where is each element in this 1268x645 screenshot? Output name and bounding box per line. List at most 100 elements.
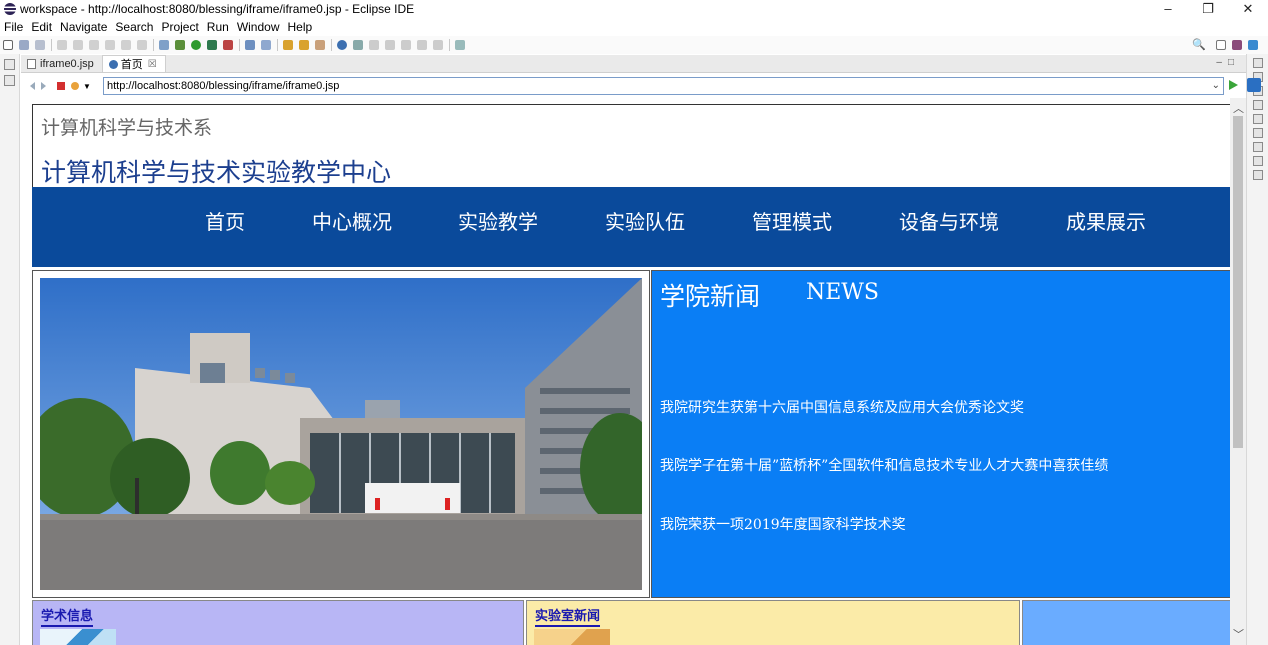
next-annotation-icon[interactable] (369, 40, 379, 50)
run-icon[interactable] (191, 40, 201, 50)
center-title: 计算机科学与技术实验教学中心 (41, 158, 392, 187)
toolbar-separator (331, 39, 332, 51)
pin-editor-icon[interactable] (455, 40, 465, 50)
window-titlebar: workspace - http://localhost:8080/blessi… (0, 0, 1268, 18)
snippets-icon[interactable] (1253, 170, 1263, 180)
window-title: workspace - http://localhost:8080/blessi… (20, 2, 415, 16)
new-icon[interactable] (3, 40, 13, 50)
search-icon[interactable]: 🔍 (1192, 38, 1206, 51)
nav-experiment-team[interactable]: 实验队伍 (605, 206, 685, 235)
servers-icon[interactable] (1253, 114, 1263, 124)
debug-perspective-icon[interactable] (1248, 39, 1258, 50)
nav-home[interactable]: 首页 (205, 206, 245, 235)
page-scrollbar[interactable]: ︿ ﹀ (1230, 98, 1246, 645)
chevron-down-icon[interactable]: ▼ (83, 82, 91, 91)
prev-annotation-icon[interactable] (385, 40, 395, 50)
window-controls: – ❐ ✕ (1148, 0, 1268, 18)
open-task-icon[interactable] (299, 40, 309, 50)
new-package-icon[interactable] (261, 40, 271, 50)
nav-equipment-environment[interactable]: 设备与环境 (899, 206, 999, 235)
coverage-icon[interactable] (207, 40, 217, 50)
open-perspective-icon[interactable] (1216, 39, 1226, 50)
go-button[interactable] (1229, 80, 1238, 90)
resume-icon[interactable] (73, 40, 83, 50)
academic-info-box: 学术信息 (32, 600, 524, 645)
tab-label: iframe0.jsp (40, 57, 94, 70)
minimize-maximize-icons[interactable]: –□ (1216, 57, 1240, 68)
last-edit-icon[interactable] (401, 40, 411, 50)
restore-button[interactable]: ❐ (1188, 0, 1228, 18)
department-name: 计算机科学与技术系 (41, 117, 213, 139)
menu-project[interactable]: Project (161, 20, 198, 34)
problems-icon[interactable] (1253, 100, 1263, 110)
skip-breakpoints-icon[interactable] (57, 40, 67, 50)
menu-help[interactable]: Help (288, 20, 313, 34)
scroll-up-icon[interactable]: ︿ (1233, 100, 1244, 116)
data-source-icon[interactable] (1253, 156, 1263, 166)
step-into-icon[interactable] (121, 40, 131, 50)
package-explorer-icon[interactable] (4, 75, 15, 86)
url-input[interactable]: http://localhost:8080/blessing/iframe/if… (103, 77, 1224, 95)
toolbar-separator (153, 39, 154, 51)
external-browser-icon[interactable] (1247, 78, 1261, 92)
lab-news-label[interactable]: 实验室新闻 (535, 605, 601, 627)
restore-view-icon[interactable] (4, 59, 15, 70)
search-tool-icon[interactable] (315, 40, 325, 50)
scrollbar-thumb[interactable] (1233, 116, 1243, 448)
back-icon[interactable] (417, 40, 427, 50)
menu-window[interactable]: Window (237, 20, 280, 34)
feature-row: 学院新闻 NEWS 我院研究生获第十六届中国信息系统及应用大会优秀论文奖 我院学… (32, 270, 1230, 598)
scroll-down-icon[interactable]: ﹀ (1233, 626, 1244, 642)
menu-file[interactable]: File (4, 20, 23, 34)
server-icon[interactable] (159, 40, 169, 50)
minimize-button[interactable]: – (1148, 0, 1188, 18)
news-item[interactable]: 我院研究生获第十六届中国信息系统及应用大会优秀论文奖 (660, 397, 1024, 417)
url-dropdown-icon[interactable]: ⌄ (1212, 78, 1220, 94)
academic-info-label[interactable]: 学术信息 (41, 605, 94, 627)
tab-label: 首页 (120, 59, 143, 71)
menu-run[interactable]: Run (207, 20, 229, 34)
annotation-icon[interactable] (353, 40, 363, 50)
close-tab-icon[interactable]: ☒ (148, 59, 157, 70)
web-content: 计算机科学与技术系 计算机科学与技术实验教学中心 首页 中心概况 实验教学 实验… (21, 98, 1230, 645)
stop-icon[interactable] (57, 82, 65, 90)
external-tools-icon[interactable] (223, 40, 233, 50)
nav-achievements[interactable]: 成果展示 (1066, 206, 1146, 235)
academic-info-thumbnail (40, 629, 116, 645)
menu-search[interactable]: Search (115, 20, 153, 34)
left-trim-bar (0, 54, 20, 645)
step-over-icon[interactable] (137, 40, 147, 50)
progress-icon[interactable] (1253, 142, 1263, 152)
console-icon[interactable] (1253, 128, 1263, 138)
campus-building-photo (40, 278, 642, 590)
back-arrow-icon[interactable] (25, 82, 35, 90)
browser-navbar: ▼ http://localhost:8080/blessing/iframe/… (21, 75, 1261, 97)
nav-management-mode[interactable]: 管理模式 (752, 206, 832, 235)
refresh-icon[interactable] (71, 82, 79, 90)
nav-center-overview[interactable]: 中心概况 (312, 206, 392, 235)
editor-tabbar: iframe0.jsp 首页 ☒ –□ (21, 55, 1246, 73)
forward-icon[interactable] (433, 40, 443, 50)
news-item[interactable]: 我院荣获一项2019年度国家科学技术奖 (660, 514, 906, 534)
tab-iframe0-jsp[interactable]: iframe0.jsp (21, 55, 102, 72)
menu-navigate[interactable]: Navigate (60, 20, 107, 34)
close-button[interactable]: ✕ (1228, 0, 1268, 18)
web-browser-icon[interactable] (337, 40, 347, 50)
forward-arrow-icon[interactable] (41, 82, 51, 90)
nav-experiment-teaching[interactable]: 实验教学 (458, 206, 538, 235)
open-type-icon[interactable] (283, 40, 293, 50)
terminate-icon[interactable] (105, 40, 115, 50)
tab-homepage[interactable]: 首页 ☒ (101, 55, 166, 72)
news-item[interactable]: 我院学子在第十届”蓝桥杯”全国软件和信息技术专业人才大赛中喜获佳绩 (660, 455, 1108, 475)
toolbar-separator (449, 39, 450, 51)
save-all-icon[interactable] (35, 40, 45, 50)
globe-icon (108, 59, 118, 69)
save-icon[interactable] (19, 40, 29, 50)
toolbar-separator (277, 39, 278, 51)
menu-edit[interactable]: Edit (31, 20, 52, 34)
restore-view-icon[interactable] (1253, 58, 1263, 68)
java-ee-perspective-icon[interactable] (1232, 39, 1242, 50)
new-class-icon[interactable] (245, 40, 255, 50)
debug-icon[interactable] (175, 40, 185, 50)
suspend-icon[interactable] (89, 40, 99, 50)
